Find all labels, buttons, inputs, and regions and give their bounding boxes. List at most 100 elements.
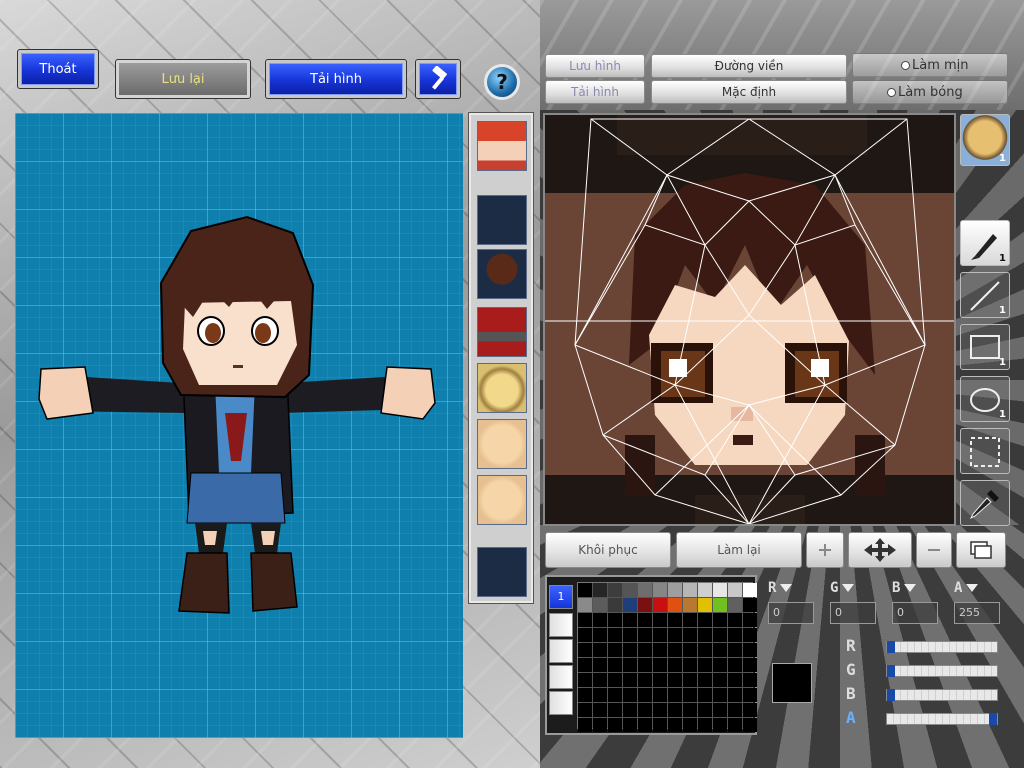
palette-swatch[interactable] [728,673,742,687]
palette-swatch[interactable] [713,643,727,657]
slider-thumb[interactable] [887,641,895,653]
palette-grid[interactable] [577,582,757,732]
palette-swatch[interactable] [608,658,622,672]
palette-swatch[interactable] [698,673,712,687]
palette-swatch[interactable] [713,703,727,717]
blue-channel-label[interactable]: B [892,578,938,598]
palette-swatch[interactable] [713,598,727,612]
palette-swatch[interactable] [623,628,637,642]
palette-swatch[interactable] [743,598,757,612]
palette-swatch[interactable] [638,613,652,627]
palette-swatch[interactable] [698,688,712,702]
palette-swatch[interactable] [623,598,637,612]
palette-swatch[interactable] [638,718,652,732]
palette-swatch[interactable] [713,718,727,732]
palette-tab[interactable] [549,613,573,637]
palette-swatch[interactable] [683,673,697,687]
save-button[interactable]: Lưu lại [115,59,251,99]
palette-swatch[interactable] [728,598,742,612]
palette-swatch[interactable] [653,703,667,717]
palette-swatch[interactable] [608,628,622,642]
palette-swatch[interactable] [578,583,592,597]
palette-swatch[interactable] [743,643,757,657]
texture-editor-canvas[interactable] [543,113,956,526]
palette-swatch[interactable] [638,688,652,702]
palette-swatch[interactable] [578,658,592,672]
palette-swatch[interactable] [593,688,607,702]
palette-swatch[interactable] [623,643,637,657]
palette-swatch[interactable] [683,583,697,597]
palette-swatch[interactable] [653,583,667,597]
tool-button[interactable] [415,59,461,99]
palette-swatch[interactable] [623,703,637,717]
ellipse-tool[interactable]: 1 [960,376,1010,422]
rectangle-tool[interactable]: 1 [960,324,1010,370]
palette-swatch[interactable] [683,688,697,702]
face-plain-thumb[interactable] [477,419,527,469]
pen-tool[interactable]: 1 [960,220,1010,266]
palette-swatch[interactable] [653,688,667,702]
palette-swatch[interactable] [728,688,742,702]
layer-button[interactable] [956,532,1006,568]
palette-swatch[interactable] [608,583,622,597]
empty-slot[interactable] [477,547,527,597]
selection-tool[interactable] [960,428,1010,474]
palette-swatch[interactable] [713,658,727,672]
armor-thumb[interactable] [477,307,527,357]
palette-swatch[interactable] [683,703,697,717]
palette-swatch[interactable] [608,703,622,717]
palette-swatch[interactable] [593,658,607,672]
palette-swatch[interactable] [713,628,727,642]
portrait-thumb[interactable] [477,121,527,171]
alpha-slider[interactable] [886,713,998,725]
palette-swatch[interactable] [743,613,757,627]
palette-swatch[interactable] [698,658,712,672]
palette-swatch[interactable] [728,703,742,717]
move-button[interactable] [848,532,912,568]
palette-swatch[interactable] [638,643,652,657]
palette-swatch[interactable] [593,628,607,642]
palette-swatch[interactable] [653,658,667,672]
palette-swatch[interactable] [608,613,622,627]
palette-swatch[interactable] [578,613,592,627]
slider-thumb[interactable] [989,713,997,725]
palette-swatch[interactable] [728,613,742,627]
palette-swatch[interactable] [608,673,622,687]
default-tab[interactable]: Mặc định [651,80,847,104]
green-slider[interactable] [886,665,998,677]
avatar-tool[interactable]: 1 [960,114,1010,166]
palette-swatch[interactable] [668,613,682,627]
palette-swatch[interactable] [623,583,637,597]
palette-swatch[interactable] [698,628,712,642]
palette-swatch[interactable] [743,583,757,597]
palette-swatch[interactable] [638,673,652,687]
palette-swatch[interactable] [668,688,682,702]
palette-swatch[interactable] [668,673,682,687]
palette-swatch[interactable] [593,598,607,612]
palette-swatch[interactable] [743,673,757,687]
palette-swatch[interactable] [683,628,697,642]
blue-value-field[interactable]: 0 [892,602,938,624]
palette-swatch[interactable] [653,628,667,642]
palette-swatch[interactable] [713,613,727,627]
palette-swatch[interactable] [593,703,607,717]
palette-swatch[interactable] [638,598,652,612]
palette-swatch[interactable] [728,628,742,642]
palette-swatch[interactable] [743,658,757,672]
palette-swatch[interactable] [728,643,742,657]
palette-swatch[interactable] [698,613,712,627]
hair-thumb[interactable] [477,249,527,299]
palette-swatch[interactable] [578,643,592,657]
palette-swatch[interactable] [593,643,607,657]
palette-swatch[interactable] [578,718,592,732]
zoom-out-button[interactable] [916,532,952,568]
green-channel-label[interactable]: G [830,578,876,598]
palette-swatch[interactable] [623,673,637,687]
palette-swatch[interactable] [608,718,622,732]
shade-option[interactable]: Làm bóng [852,80,1008,104]
palette-swatch[interactable] [653,598,667,612]
palette-swatch[interactable] [638,658,652,672]
palette-tab[interactable] [549,691,573,715]
reload-image-button[interactable]: Tải hình [265,59,407,99]
empty-slot[interactable] [477,195,527,245]
